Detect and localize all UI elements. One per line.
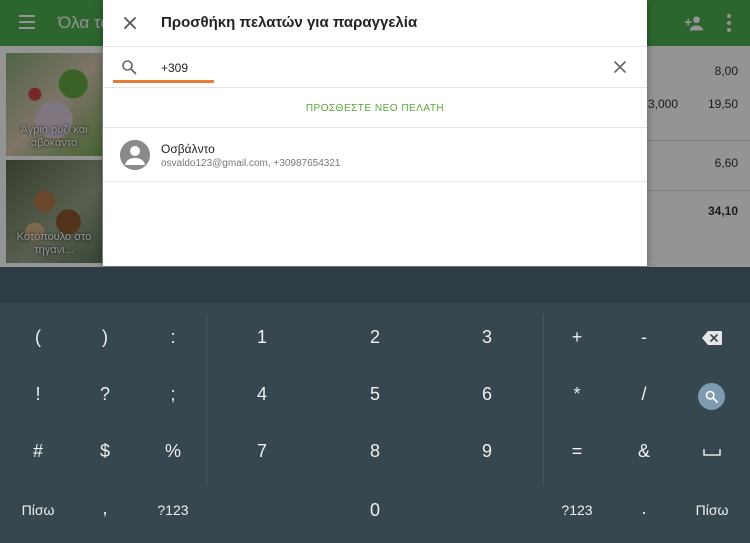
key-numeric-toggle-left[interactable]: ?123 (148, 502, 198, 518)
key-0[interactable]: 0 (355, 500, 395, 521)
key-exclamation[interactable]: ! (18, 384, 58, 405)
dialog-title: Προσθήκη πελατών για παραγγελία (161, 14, 418, 31)
keyboard-top-bar (0, 267, 750, 303)
customer-list-item[interactable]: Οσβάλντο osvaldo123@gmail.com, +30987654… (103, 129, 647, 182)
key-numeric-toggle-right[interactable]: ?123 (552, 502, 602, 518)
search-icon (705, 390, 718, 403)
key-close-paren[interactable]: ) (85, 327, 125, 348)
keyboard-divider (543, 313, 544, 485)
key-1[interactable]: 1 (242, 327, 282, 348)
key-asterisk[interactable]: * (557, 384, 597, 405)
key-equals[interactable]: = (557, 441, 597, 462)
key-slash[interactable]: / (624, 384, 664, 405)
space-key-icon[interactable] (703, 448, 721, 456)
key-colon[interactable]: : (153, 327, 193, 348)
key-question[interactable]: ? (85, 384, 125, 405)
keyboard-divider (206, 313, 207, 485)
key-minus[interactable]: - (624, 327, 664, 348)
add-new-customer-button[interactable]: ΠΡΟΣΘΕΣΤΕ ΝΕΟ ΠΕΛΑΤΗ (103, 89, 647, 128)
key-ampersand[interactable]: & (624, 441, 664, 462)
key-9[interactable]: 9 (467, 441, 507, 462)
key-plus[interactable]: + (557, 327, 597, 348)
keyboard-search-key[interactable] (698, 383, 725, 410)
search-icon (122, 60, 137, 75)
key-dollar[interactable]: $ (85, 441, 125, 462)
key-hash[interactable]: # (18, 441, 58, 462)
customer-name: Οσβάλντο (161, 142, 215, 156)
key-4[interactable]: 4 (242, 384, 282, 405)
clear-search-icon[interactable] (613, 60, 627, 74)
key-back-left[interactable]: Πίσω (8, 502, 68, 518)
key-6[interactable]: 6 (467, 384, 507, 405)
key-3[interactable]: 3 (467, 327, 507, 348)
key-semicolon[interactable]: ; (153, 384, 193, 405)
key-back-right[interactable]: Πίσω (682, 502, 742, 518)
key-comma[interactable]: , (85, 498, 125, 519)
search-input[interactable] (161, 58, 601, 78)
key-7[interactable]: 7 (242, 441, 282, 462)
key-8[interactable]: 8 (355, 441, 395, 462)
close-icon[interactable] (121, 14, 139, 32)
backspace-icon[interactable] (702, 331, 722, 345)
key-period[interactable]: . (624, 498, 664, 519)
customer-contact: osvaldo123@gmail.com, +30987654321 (161, 158, 341, 169)
key-percent[interactable]: % (153, 441, 193, 462)
key-2[interactable]: 2 (355, 327, 395, 348)
avatar-icon (120, 140, 150, 170)
search-focus-underline (113, 80, 214, 83)
key-open-paren[interactable]: ( (18, 327, 58, 348)
add-customer-dialog: Προσθήκη πελατών για παραγγελία ΠΡΟΣΘΕΣΤ… (103, 0, 647, 266)
key-5[interactable]: 5 (355, 384, 395, 405)
